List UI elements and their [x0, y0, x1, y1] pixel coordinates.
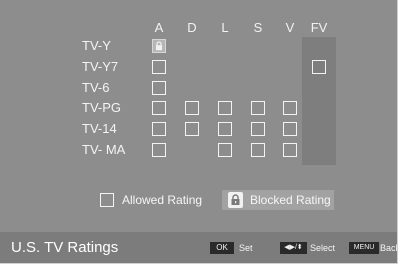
rating-checkbox-v[interactable] — [283, 101, 297, 115]
ok-key-icon: OK — [210, 242, 234, 254]
column-header-s: S — [253, 20, 263, 35]
rating-checkbox-v[interactable] — [283, 143, 297, 157]
allowed-box-icon — [100, 193, 114, 207]
rating-checkbox-l[interactable] — [218, 143, 232, 157]
column-header-a: A — [154, 20, 164, 35]
rating-checkbox-l[interactable] — [218, 122, 232, 136]
rating-checkbox-s[interactable] — [251, 101, 265, 115]
lock-icon — [156, 41, 162, 51]
legend-blocked: Blocked Rating — [222, 190, 334, 210]
rating-checkbox-a[interactable] — [152, 81, 166, 95]
fv-column-highlight — [302, 37, 336, 165]
column-header-d: D — [187, 20, 197, 35]
rating-checkbox-a[interactable] — [152, 60, 166, 74]
column-header-fv: FV — [310, 20, 328, 35]
column-header-v: V — [285, 20, 295, 35]
rating-checkbox-a[interactable] — [152, 101, 166, 115]
rating-checkbox-d[interactable] — [185, 101, 199, 115]
rating-checkbox-a[interactable] — [152, 122, 166, 136]
row-label: TV-Y — [82, 38, 111, 53]
rating-checkbox-s[interactable] — [251, 143, 265, 157]
column-header-l: L — [221, 20, 229, 35]
menu-key-icon: MENU — [349, 242, 379, 254]
legend-allowed-label: Allowed Rating — [122, 193, 203, 207]
footer-bar: U.S. TV Ratings OK Set ◀▶/⬍ Select MENU … — [0, 232, 397, 263]
arrow-keys-icon: ◀▶/⬍ — [280, 242, 307, 254]
row-label: TV-PG — [82, 100, 122, 115]
rating-checkbox-l[interactable] — [218, 101, 232, 115]
ok-hint-label: Set — [239, 243, 253, 253]
rating-checkbox-d[interactable] — [185, 122, 199, 136]
page-title: U.S. TV Ratings — [11, 239, 119, 256]
rating-checkbox-s[interactable] — [251, 122, 265, 136]
row-label: TV- MA — [82, 142, 126, 157]
back-hint-label: Back — [380, 243, 397, 253]
row-label: TV-6 — [82, 80, 110, 95]
rating-checkbox-fv[interactable] — [312, 60, 326, 74]
lock-icon — [228, 192, 243, 208]
row-label: TV-14 — [82, 121, 117, 136]
select-hint-label: Select — [310, 243, 336, 253]
legend-allowed: Allowed Rating — [94, 190, 216, 210]
row-label: TV-Y7 — [82, 59, 119, 74]
rating-checkbox-a[interactable] — [152, 143, 166, 157]
tv-ratings-screen: A D L S V FV TV-Y TV-Y7 TV-6 TV-PG TV-14 TV- MA Al… — [0, 0, 398, 264]
legend-blocked-label: Blocked Rating — [250, 193, 331, 207]
rating-cell-locked-a[interactable] — [152, 39, 166, 53]
rating-checkbox-v[interactable] — [283, 122, 297, 136]
